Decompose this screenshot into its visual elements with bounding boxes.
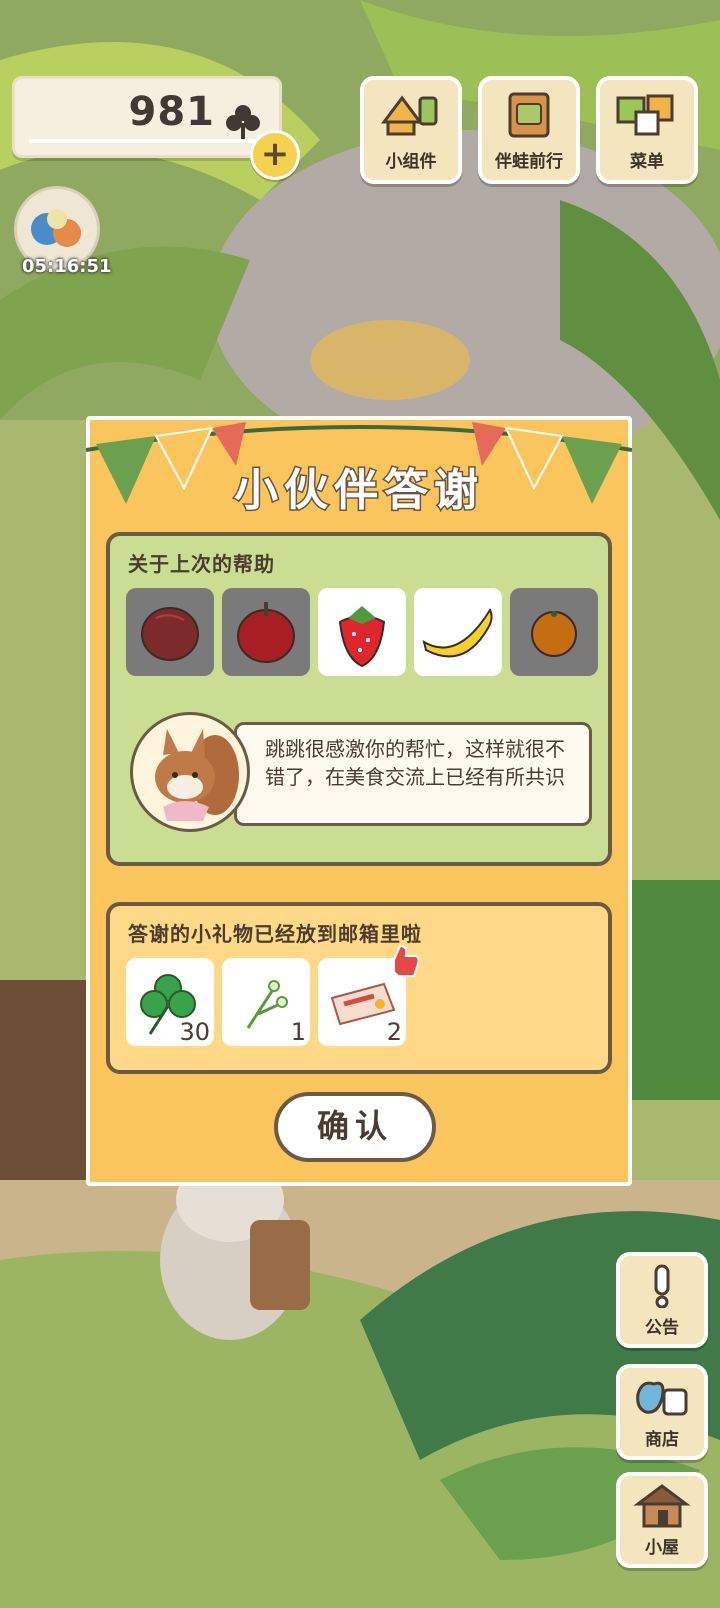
add-clover-button[interactable]: +: [250, 130, 300, 180]
menu-cards-icon: [616, 94, 674, 136]
menu-button[interactable]: 菜单: [596, 76, 698, 184]
house-button[interactable]: 小屋: [616, 1472, 708, 1568]
shop-button[interactable]: 商店: [616, 1364, 708, 1460]
fruit-slot-orange: [510, 588, 598, 676]
travel-label: 伴蛙前行: [495, 152, 563, 172]
exclamation-icon: [654, 1264, 670, 1308]
squirrel-avatar: [130, 712, 250, 832]
thanks-dialog: 小伙伴答谢 关于上次的帮助 跳跳很感激你的帮忙，这样就很不错了，在美食交流上已经…: [86, 416, 632, 1186]
strawberry-icon: [338, 606, 386, 668]
notice-label: 公告: [645, 1318, 679, 1338]
gift-panel: 答谢的小礼物已经放到邮箱里啦 30 1 2: [106, 902, 612, 1074]
confirm-button[interactable]: 确认: [274, 1092, 436, 1162]
counter-underline: [29, 139, 257, 143]
fruit-slot-peach: [126, 588, 214, 676]
notice-button[interactable]: 公告: [616, 1252, 708, 1348]
gift-slot-flower: 1: [222, 958, 310, 1046]
gift-qty-ticket: 2: [386, 1018, 402, 1046]
gift-slot-ticket: 2: [318, 944, 420, 1046]
clover-counter: 981: [12, 76, 282, 158]
help-heading: 关于上次的帮助: [128, 552, 275, 576]
squirrel-icon: [155, 729, 239, 821]
house-icon: [633, 1484, 691, 1528]
shop-label: 商店: [645, 1430, 679, 1450]
shop-bags-icon: [636, 1381, 688, 1416]
banana-icon: [422, 607, 493, 658]
gift-qty-clover: 30: [179, 1018, 210, 1046]
orange-icon: [531, 611, 577, 657]
widget-button[interactable]: 小组件: [360, 76, 462, 184]
travel-timer: 05:16:51: [22, 256, 112, 277]
peach-icon: [141, 607, 199, 661]
gift-heading: 答谢的小礼物已经放到邮箱里啦: [128, 922, 422, 946]
clover-icon: [226, 105, 260, 139]
widget-icon: [381, 95, 438, 136]
clover-count: 981: [128, 89, 215, 135]
travel-button[interactable]: 伴蛙前行: [478, 76, 580, 184]
fruit-slot-banana: [414, 588, 502, 676]
help-panel: 关于上次的帮助 跳跳很感激你的帮忙，这样就很不错了，在美食交流上已经有所共识: [106, 532, 612, 866]
gift-slot-clover: 30: [126, 958, 214, 1046]
fruit-slot-apple: [222, 588, 310, 676]
fruit-slot-strawberry: [318, 588, 406, 676]
dialog-title: 小伙伴答谢: [233, 464, 484, 518]
house-label: 小屋: [645, 1538, 679, 1558]
travel-book-icon: [508, 92, 550, 138]
widget-label: 小组件: [385, 152, 437, 172]
menu-label: 菜单: [630, 152, 664, 172]
thumbs-up-icon: [393, 944, 420, 977]
apple-icon: [237, 602, 295, 663]
gift-qty-flower: 1: [290, 1018, 306, 1046]
thanks-message: 跳跳很感激你的帮忙，这样就很不错了，在美食交流上已经有所共识: [265, 737, 565, 789]
game-scene: 981 + 05:16:51 小组件 伴蛙前行 菜单 公告 商店 小屋 小伙伴答…: [0, 0, 720, 1608]
message-bubble: 跳跳很感激你的帮忙，这样就很不错了，在美食交流上已经有所共识: [234, 722, 592, 826]
